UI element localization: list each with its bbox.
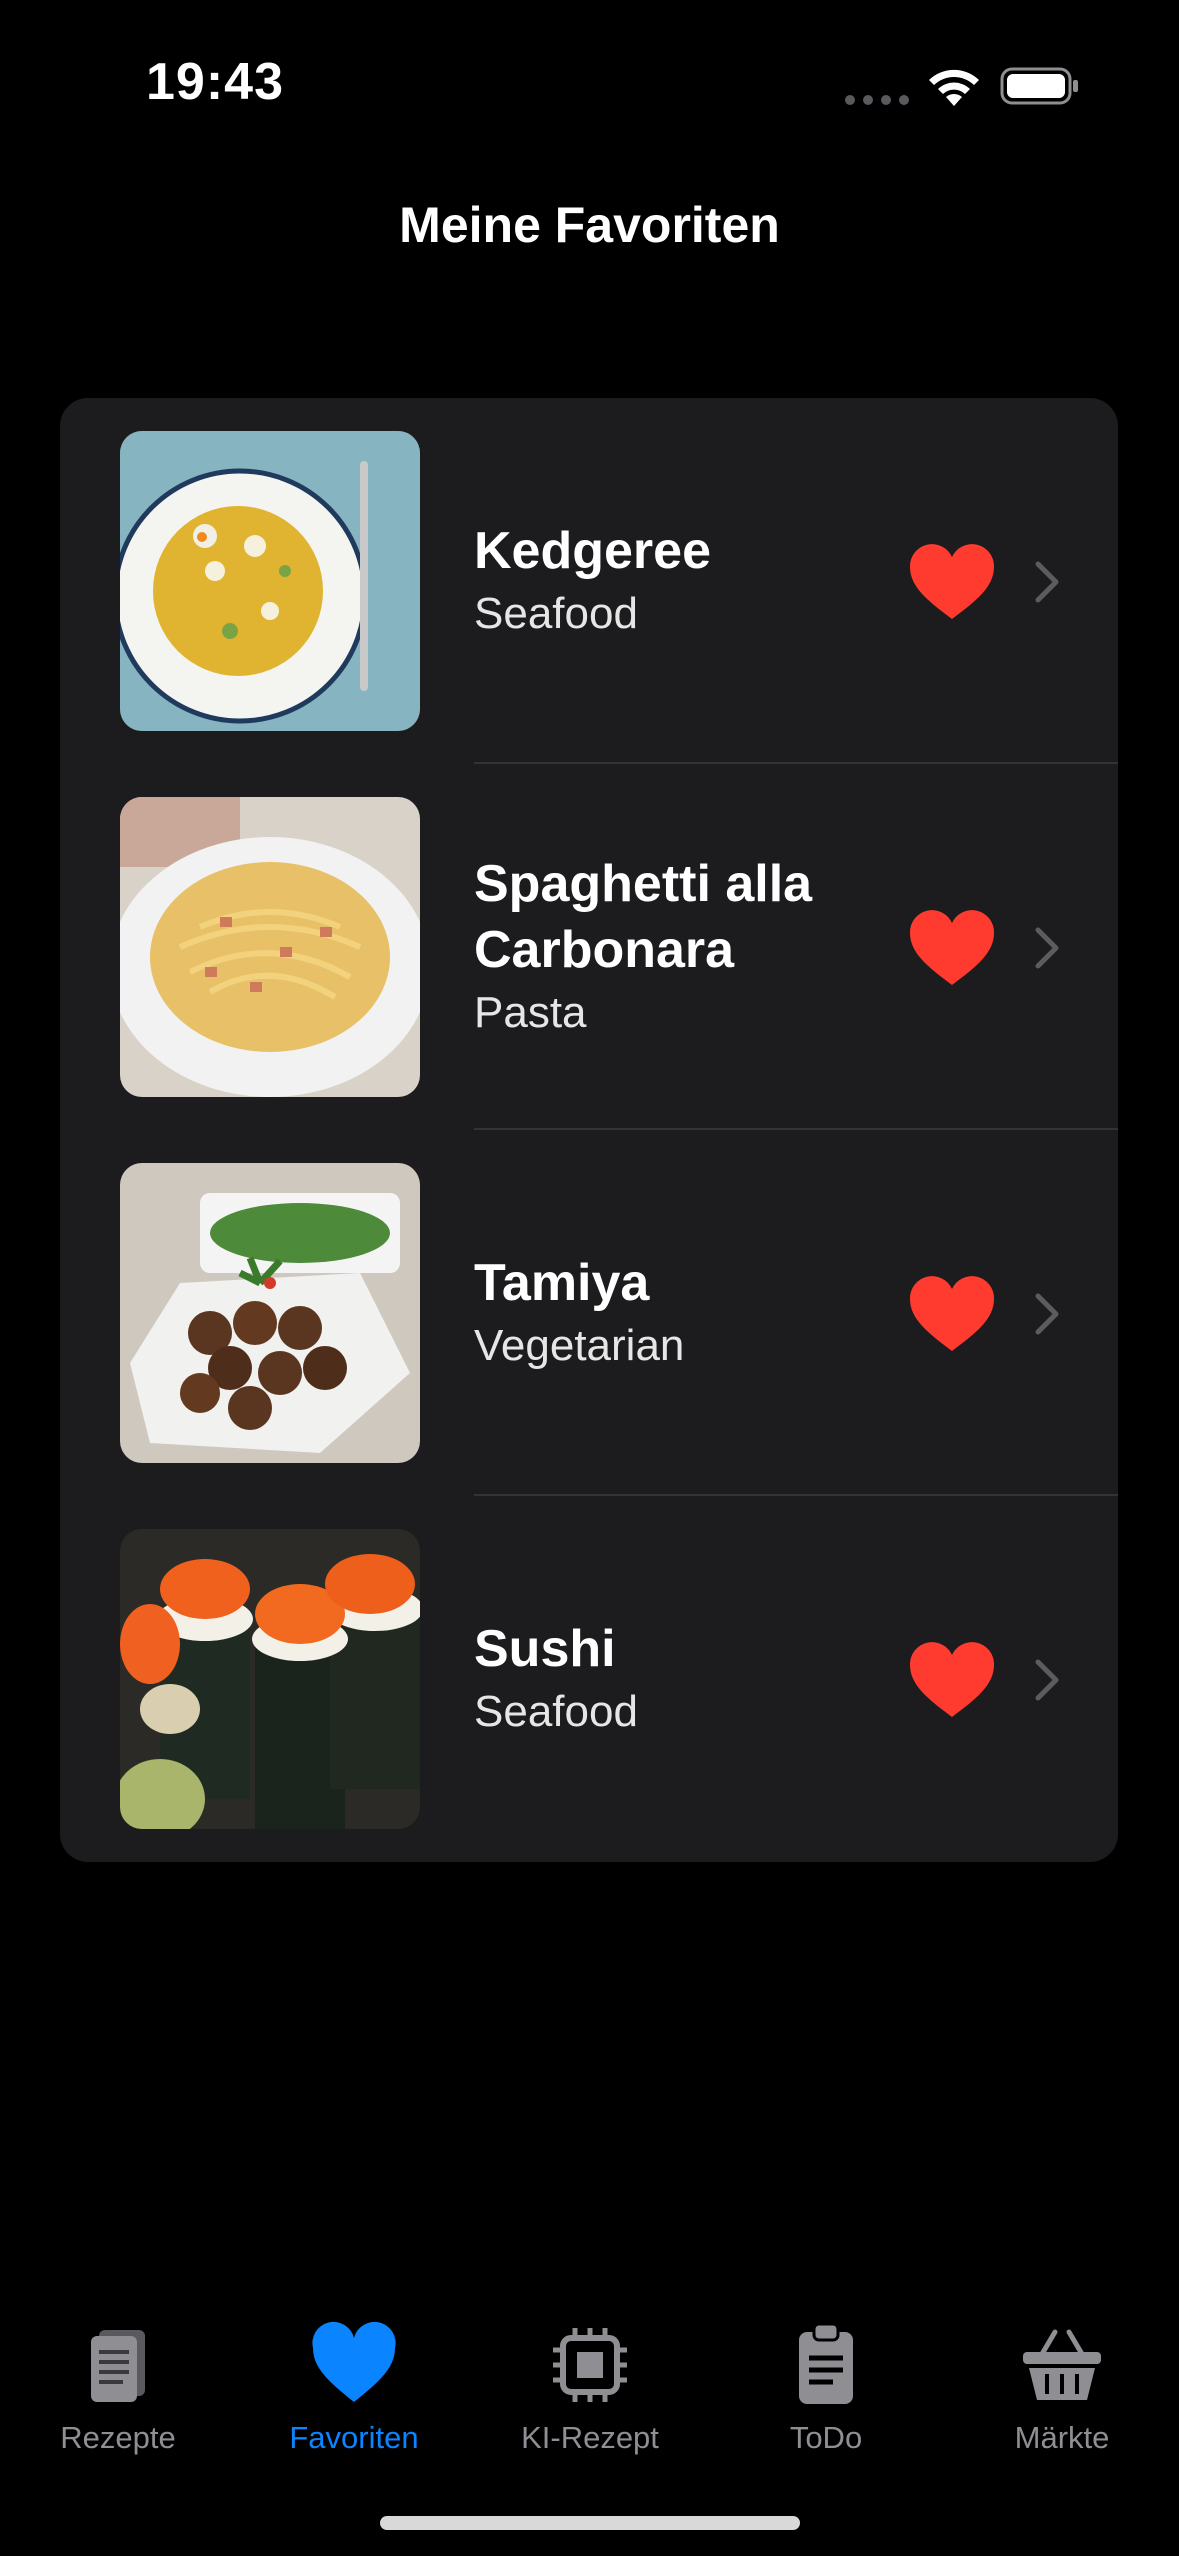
heart-icon[interactable] — [908, 1275, 996, 1353]
list-item[interactable]: Kedgeree Seafood — [60, 398, 1118, 764]
tab-label: Favoriten — [289, 2420, 419, 2455]
chevron-right-icon — [1035, 1659, 1059, 1701]
status-bar: 19:43 — [0, 0, 1179, 170]
basket-icon — [1023, 2329, 1101, 2400]
tab-label: Rezepte — [60, 2420, 176, 2455]
chevron-right-icon — [1035, 561, 1059, 603]
recipe-category: Seafood — [474, 1687, 638, 1736]
tab-ki-rezept[interactable]: KI-Rezept — [472, 2320, 708, 2456]
chevron-right-icon — [1035, 927, 1059, 969]
recipe-category: Pasta — [474, 988, 587, 1037]
status-time: 19:43 — [146, 53, 284, 111]
heart-icon[interactable] — [908, 1641, 996, 1719]
home-indicator[interactable] — [380, 2516, 800, 2530]
recipe-name: Spaghetti alla Carbonara — [474, 855, 813, 979]
tab-label: ToDo — [789, 2420, 863, 2455]
tab-maerkte[interactable]: Märkte — [944, 2320, 1179, 2456]
tab-todo[interactable]: ToDo — [708, 2320, 944, 2456]
heart-icon — [312, 2321, 396, 2402]
page-title: Meine Favoriten — [399, 197, 780, 253]
recipe-name: Sushi — [474, 1620, 616, 1678]
tab-bar: Rezepte Favoriten KI-Rezept ToDo Märkte — [0, 2300, 1179, 2500]
tab-label: Märkte — [1014, 2420, 1110, 2455]
recipe-image — [120, 1529, 420, 1829]
recipe-category: Seafood — [474, 589, 638, 638]
recipe-name: Kedgeree — [474, 522, 711, 580]
tab-label: KI-Rezept — [521, 2420, 659, 2455]
list-item[interactable]: Spaghetti alla Carbonara Pasta — [60, 764, 1118, 1130]
wifi-icon — [929, 69, 979, 106]
tab-favoriten[interactable]: Favoriten — [236, 2320, 472, 2456]
recipe-image — [120, 1163, 420, 1463]
recipe-category: Vegetarian — [474, 1321, 685, 1370]
book-icon — [91, 2330, 145, 2402]
battery-icon — [1000, 67, 1078, 105]
chevron-right-icon — [1035, 1293, 1059, 1335]
cellular-signal-icon — [845, 92, 917, 110]
list-item[interactable]: Sushi Seafood — [60, 1496, 1118, 1862]
recipe-image — [120, 431, 420, 731]
recipe-image — [120, 797, 420, 1097]
recipe-name: Tamiya — [474, 1254, 650, 1312]
chip-icon — [553, 2328, 627, 2402]
heart-icon[interactable] — [908, 909, 996, 987]
tab-rezepte[interactable]: Rezepte — [0, 2320, 236, 2456]
heart-icon[interactable] — [908, 543, 996, 621]
favorites-list: Kedgeree Seafood Spaghetti alla Carbonar… — [60, 398, 1118, 1862]
list-item[interactable]: Tamiya Vegetarian — [60, 1130, 1118, 1496]
clipboard-icon — [799, 2322, 853, 2404]
